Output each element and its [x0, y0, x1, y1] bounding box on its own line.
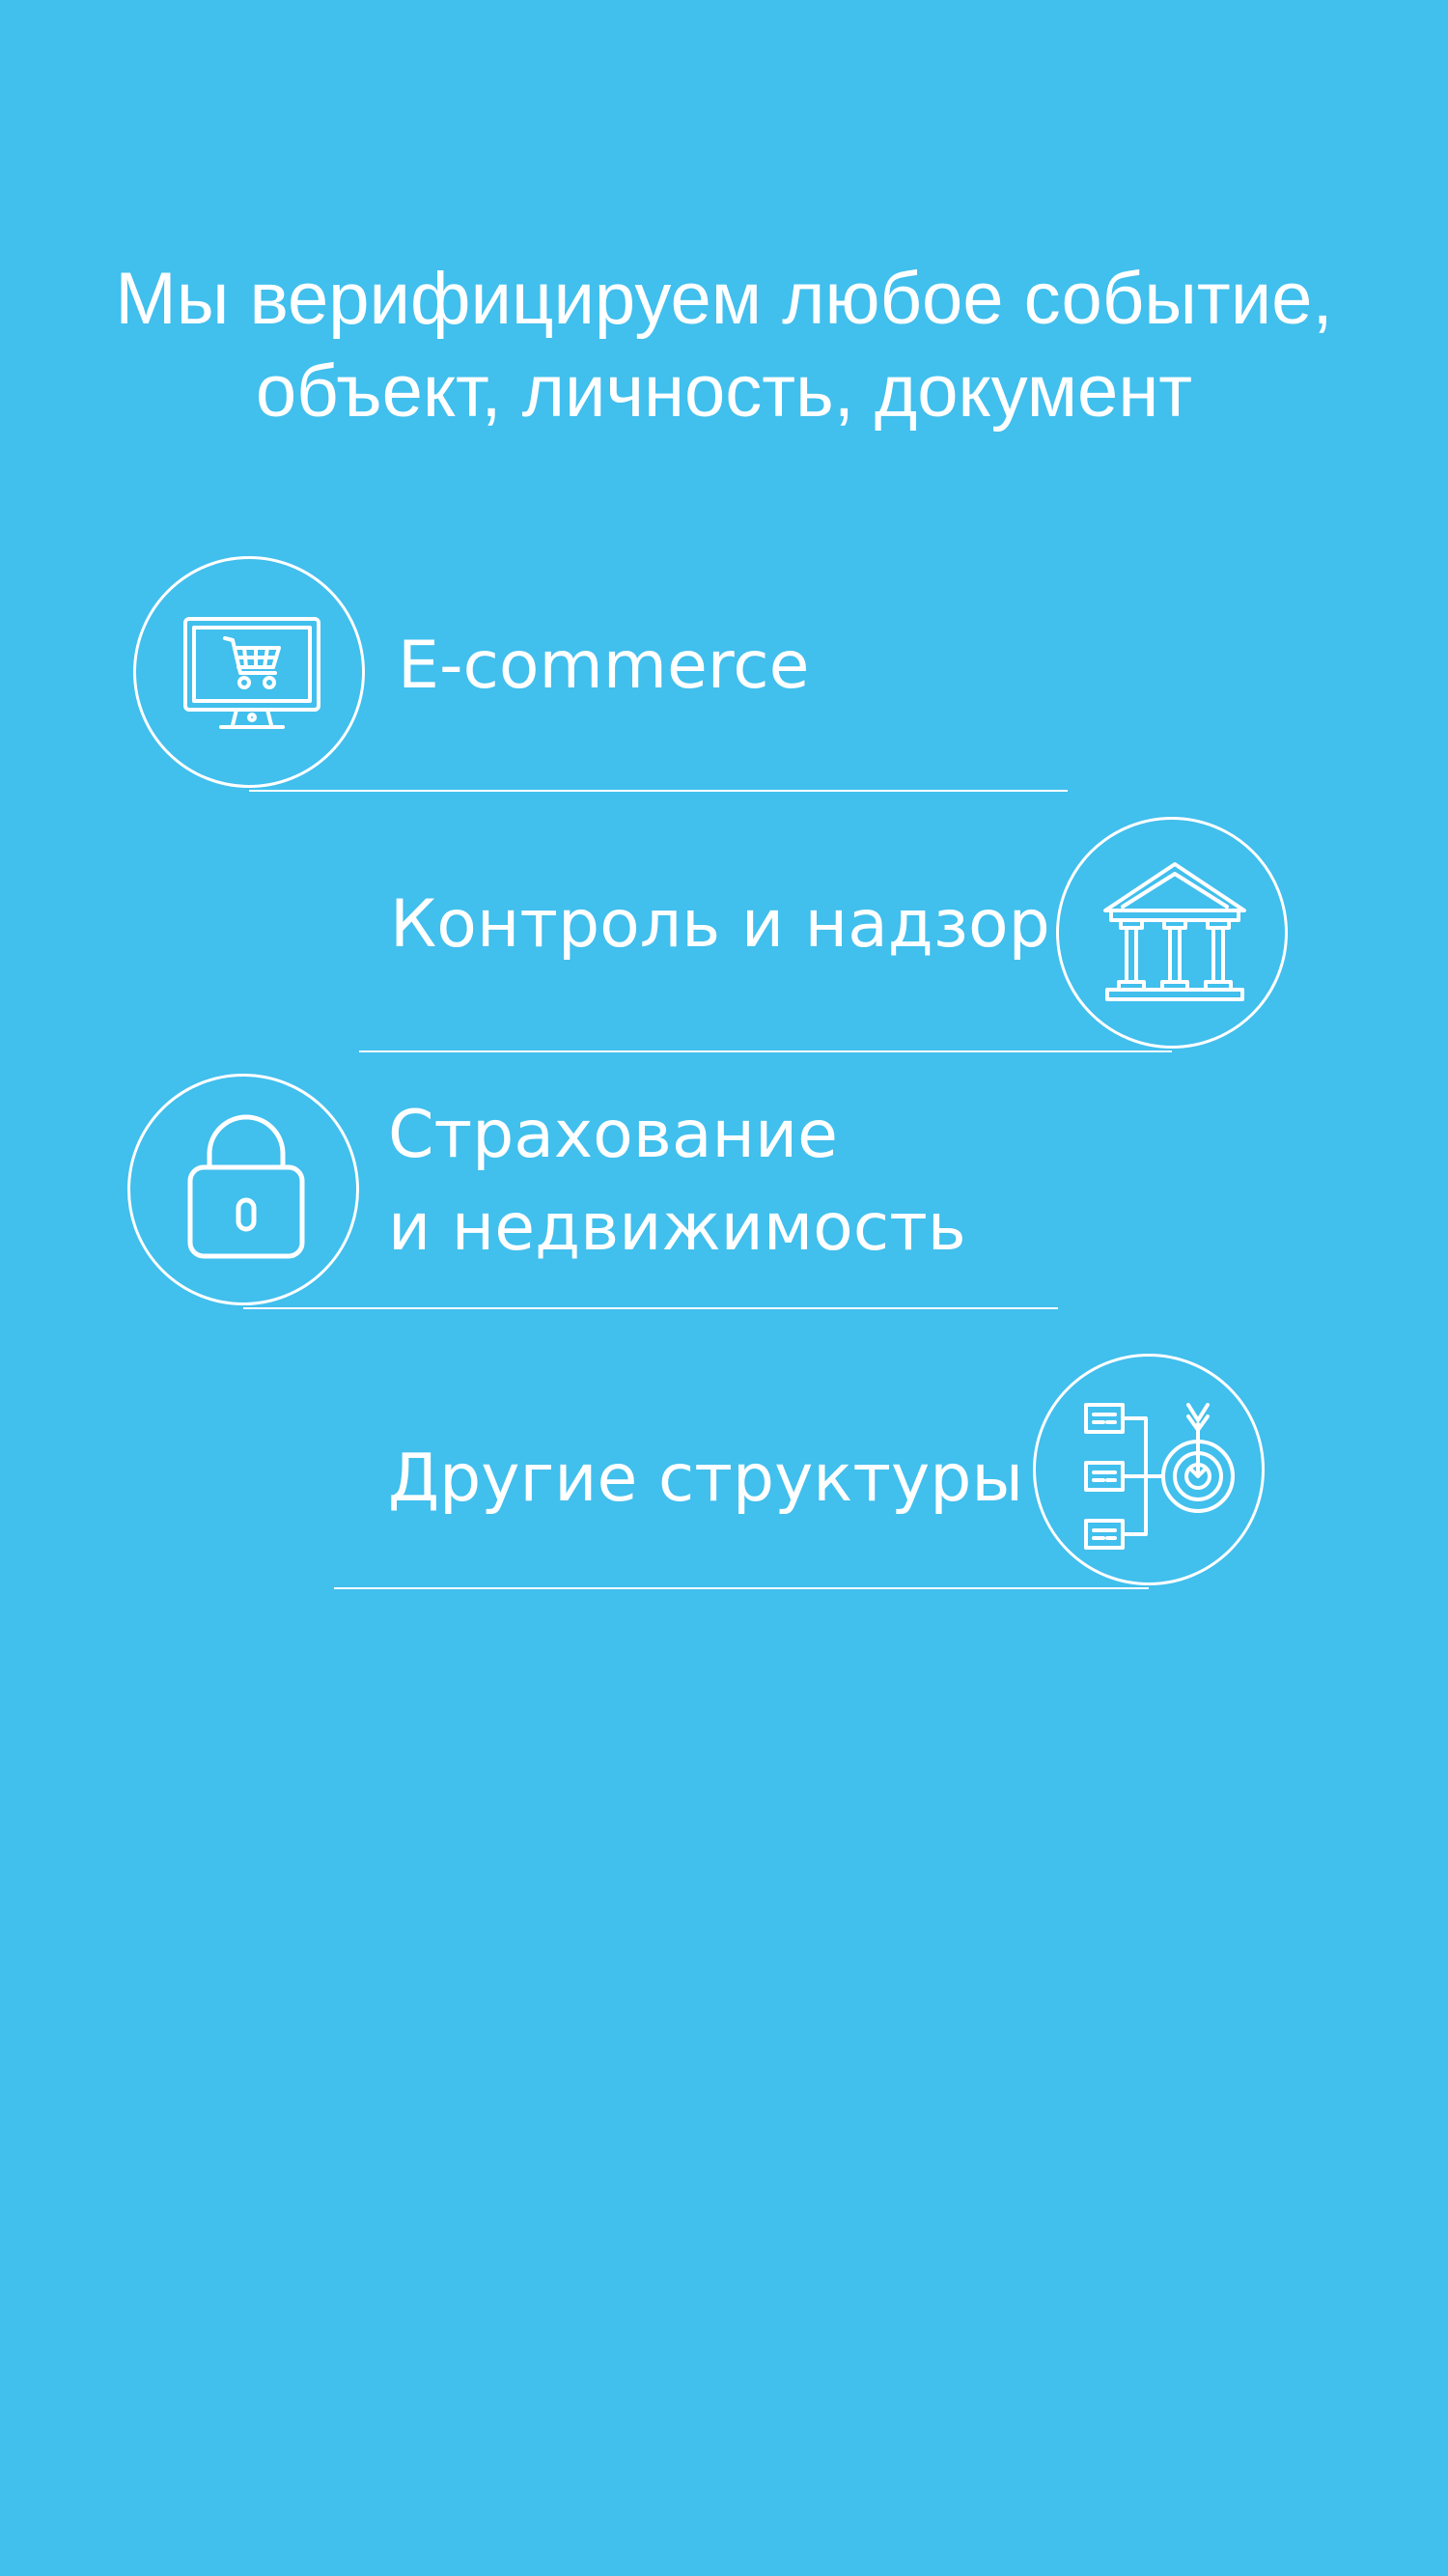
- insurance-divider: [243, 1307, 1058, 1309]
- monitor-cart-icon: [183, 617, 320, 729]
- padlock-icon: [187, 1114, 305, 1259]
- control-divider: [359, 1050, 1172, 1052]
- heading-line-1: Мы верифицируем любое событие,: [115, 258, 1333, 340]
- bank-building-icon: [1103, 862, 1246, 1001]
- other-icon-circle: [1033, 1354, 1265, 1585]
- ecommerce-label: E-commerce: [398, 628, 810, 704]
- ecommerce-divider: [249, 790, 1068, 792]
- heading-line-2: объект, личность, документ: [255, 350, 1193, 433]
- other-label: Другие структуры: [388, 1441, 1024, 1517]
- ecommerce-icon-circle: [133, 556, 365, 788]
- target-flowchart-icon: [1084, 1403, 1235, 1550]
- insurance-icon-circle: [127, 1074, 359, 1305]
- page-heading: Мы верифицируем любое событие, объект, л…: [0, 253, 1448, 438]
- control-icon-circle: [1056, 817, 1288, 1049]
- insurance-label-line-2: и недвижимость: [388, 1190, 966, 1266]
- control-label: Контроль и надзор: [390, 886, 1050, 963]
- insurance-label-line-1: Страхование: [388, 1097, 839, 1173]
- insurance-label: Страхование и недвижимость: [388, 1089, 966, 1274]
- other-divider: [334, 1587, 1149, 1589]
